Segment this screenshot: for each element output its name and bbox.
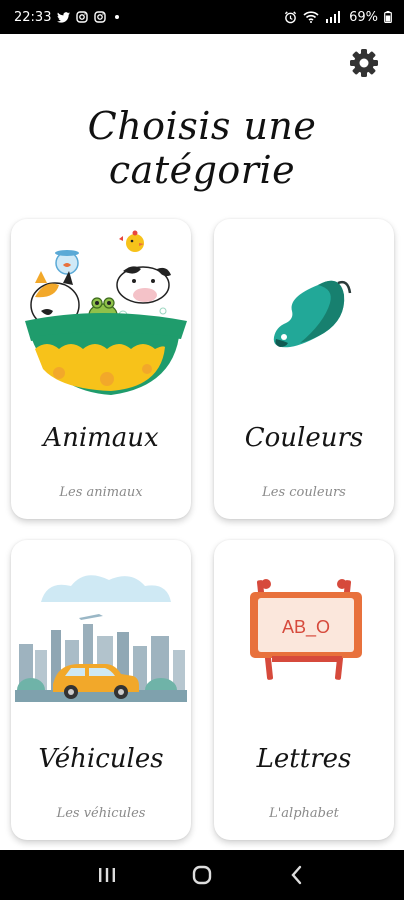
card-title: Couleurs: [244, 423, 364, 453]
battery-icon: [384, 11, 392, 23]
card-subtitle: Les animaux: [59, 485, 143, 500]
city-car-illustration: [15, 575, 187, 702]
recent-apps-button[interactable]: [87, 855, 127, 895]
gear-icon: [350, 49, 378, 77]
easel-text: AB_O: [282, 617, 330, 638]
category-card-lettres[interactable]: AB_O Lettres L'alphabet: [214, 540, 394, 840]
navigation-bar: [0, 850, 404, 900]
wifi-icon: [303, 11, 319, 23]
paint-palette-illustration: [273, 280, 352, 348]
signal-icon: [325, 11, 343, 23]
category-card-couleurs[interactable]: Couleurs Les couleurs: [214, 219, 394, 519]
card-subtitle: L'alphabet: [269, 806, 339, 821]
notification-dot-icon: [115, 15, 120, 19]
card-title: Lettres: [256, 744, 352, 774]
status-left: 22:33: [14, 9, 120, 25]
page-title: Choisis une catégorie: [87, 104, 317, 192]
category-card-animaux[interactable]: Animaux Les animaux: [11, 219, 191, 519]
recent-apps-icon: [99, 868, 116, 882]
battery-text: 69%: [349, 9, 378, 25]
card-title: Véhicules: [38, 744, 164, 774]
easel-board-illustration: AB_O: [250, 579, 362, 680]
card-title: Animaux: [43, 423, 159, 453]
card-subtitle: Les couleurs: [262, 485, 346, 500]
status-time: 22:33: [14, 9, 52, 25]
home-icon: [192, 865, 212, 885]
back-button[interactable]: [277, 855, 317, 895]
alarm-icon: [284, 10, 297, 24]
instagram-icon: [94, 11, 107, 23]
status-bar: 22:33 69%: [0, 0, 404, 34]
card-subtitle: Les véhicules: [56, 806, 146, 821]
twitter-icon: [57, 11, 71, 23]
back-icon: [291, 865, 301, 885]
instagram-icon: [76, 11, 89, 23]
animals-bath-illustration: [25, 230, 187, 395]
status-right: 69%: [284, 10, 392, 25]
home-button[interactable]: [182, 855, 222, 895]
settings-button[interactable]: [346, 45, 382, 81]
category-card-vehicules[interactable]: Véhicules Les véhicules: [11, 540, 191, 840]
